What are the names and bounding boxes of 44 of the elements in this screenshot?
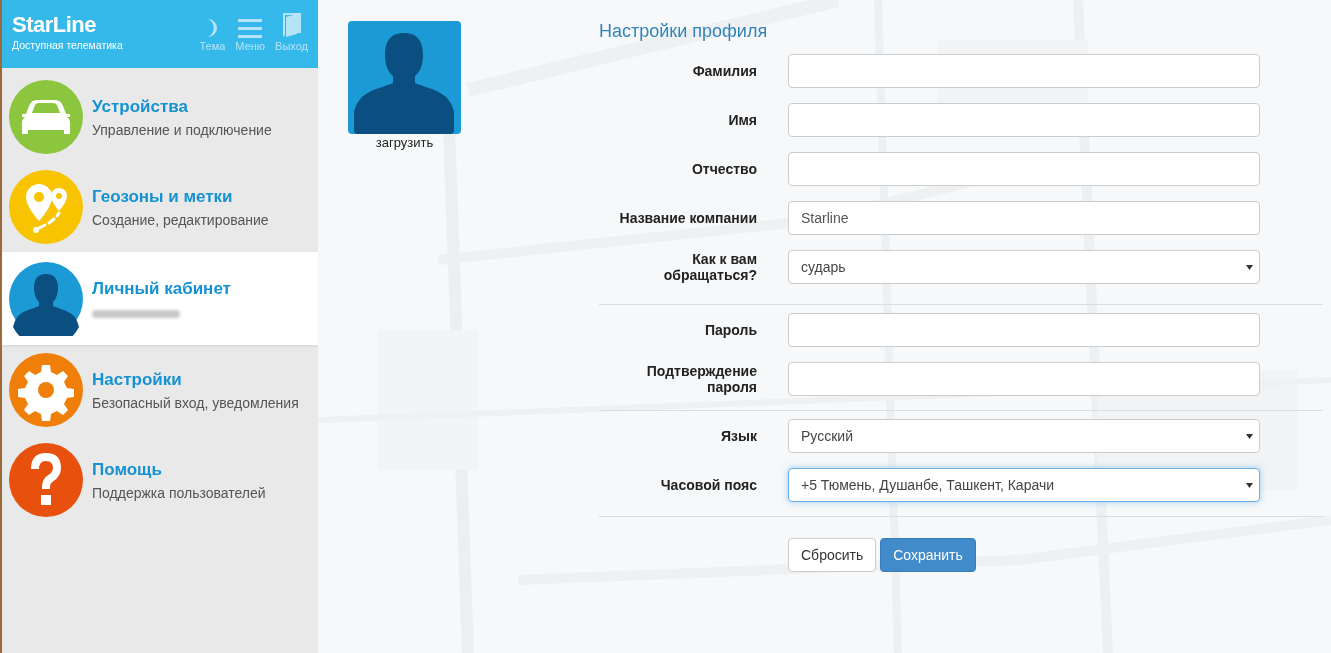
field-label: Отчество [690, 161, 757, 177]
nav-subtitle: Поддержка пользователей [92, 484, 266, 501]
form-title: Настройки профиля [599, 21, 769, 42]
password-field[interactable] [788, 362, 1260, 396]
sidebar-item[interactable]: Настройки Безопасный вход, уведомления [2, 345, 318, 435]
upload-link[interactable]: загрузить [375, 135, 434, 150]
door-icon [281, 12, 302, 38]
nav-subtitle: Управление и подключение [92, 121, 272, 138]
field-label: Язык [720, 428, 757, 444]
caret-icon [1246, 482, 1253, 488]
select-field[interactable]: Русский [788, 419, 1260, 453]
save-button[interactable]: Сохранить [880, 538, 976, 572]
input-field[interactable] [788, 152, 1260, 186]
field-label: Фамилия [691, 63, 757, 79]
caret-icon [1246, 433, 1253, 439]
input-field[interactable] [788, 103, 1260, 137]
nav-title: Помощь [92, 459, 163, 480]
password-field[interactable] [788, 313, 1260, 347]
select-field[interactable]: +5 Тюмень, Душанбе, Ташкент, Карачи [788, 468, 1260, 502]
nav-title: Настройки [92, 369, 183, 390]
input-field[interactable] [788, 54, 1260, 88]
logo-text: StarLine [12, 14, 98, 36]
field-label: Часовой пояс [659, 477, 757, 493]
sidebar-item[interactable]: Помощь Поддержка пользователей [2, 435, 318, 525]
sidebar-item[interactable]: Геозоны и метки Создание, редактирование [2, 162, 318, 252]
tagline: Доступная телематика [12, 39, 123, 51]
nav-title: Геозоны и метки [92, 186, 234, 207]
nav-title: Личный кабинет [92, 279, 231, 299]
reset-button[interactable]: Сбросить [788, 538, 877, 572]
nav-title: Устройства [92, 96, 189, 117]
input-field[interactable]: Starline [788, 201, 1260, 235]
field-label: Подтверждение пароля [645, 363, 757, 395]
nav-subtitle: Безопасный вход, уведомления [92, 394, 299, 411]
field-label: Имя [727, 112, 757, 128]
caret-icon [1246, 264, 1253, 270]
field-label: Как к вам обращаться? [662, 251, 757, 283]
menu-icon [238, 18, 263, 38]
sidebar-item[interactable]: Устройства Управление и подключение [2, 72, 318, 162]
sidebar-item[interactable]: Личный кабинет [2, 252, 318, 345]
avatar-image[interactable] [348, 21, 461, 134]
field-label: Название компании [618, 210, 757, 226]
nav-subtitle: Создание, редактирование [92, 211, 269, 228]
select-field[interactable]: сударь [788, 250, 1260, 284]
field-label: Пароль [703, 322, 757, 338]
